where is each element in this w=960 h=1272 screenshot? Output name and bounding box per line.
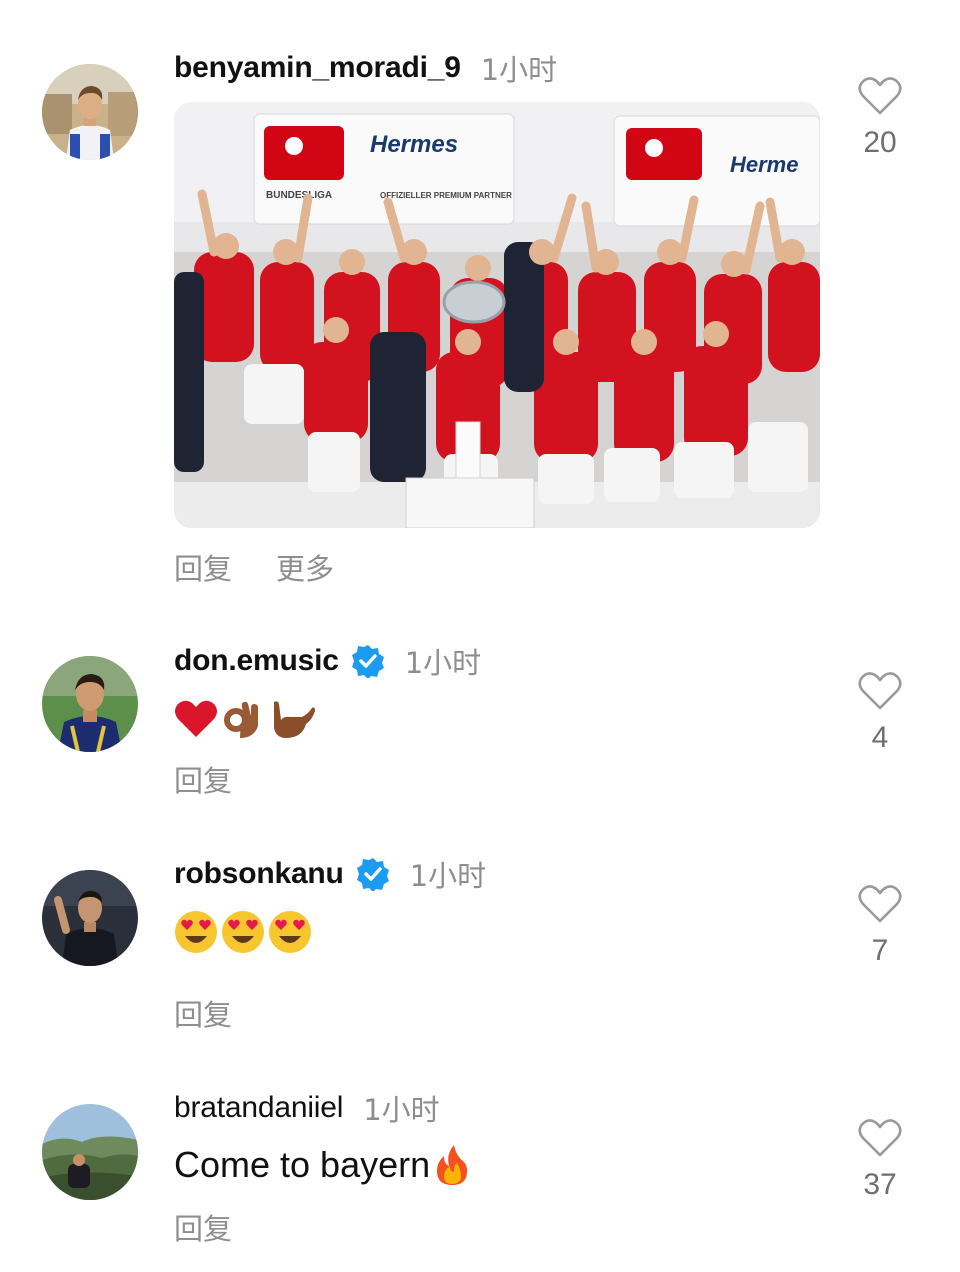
- media-partner-text: OFFIZIELLER PREMIUM PARTNER: [380, 191, 512, 200]
- reply-button[interactable]: 回复: [174, 1206, 232, 1248]
- username[interactable]: don.emusic: [174, 644, 339, 678]
- like-count: 4: [871, 721, 889, 754]
- username[interactable]: benyamin_moradi_9: [174, 51, 461, 85]
- timestamp: 1小时: [409, 859, 487, 893]
- comment-media-image[interactable]: Hermes Herme BUNDESLIGA OFFIZIELLER PREM…: [174, 102, 820, 528]
- reply-button[interactable]: 回复: [174, 758, 232, 800]
- comment-header: benyamin_moradi_9 1小时: [174, 48, 557, 88]
- verified-badge-icon: [356, 857, 390, 891]
- like-group: 7: [838, 884, 922, 968]
- like-count: 37: [863, 1168, 897, 1201]
- heart-icon[interactable]: [858, 76, 902, 116]
- media-bundesliga-text: BUNDESLIGA: [266, 190, 332, 201]
- ok-hand-icon: [224, 701, 258, 738]
- fire-icon: [437, 1145, 468, 1185]
- comment-header: robsonkanu 1小时: [174, 854, 486, 894]
- like-group: 20: [838, 76, 922, 160]
- avatar[interactable]: [42, 64, 138, 160]
- heart-icon[interactable]: [858, 884, 902, 924]
- heart-icon[interactable]: [858, 1118, 902, 1158]
- timestamp: 1小时: [363, 1093, 440, 1127]
- comment-text: Come to bayern: [174, 1144, 470, 1186]
- comment-actions: 回复: [174, 992, 232, 1034]
- heart-icon[interactable]: [858, 671, 902, 711]
- media-hermes-text: Hermes: [370, 131, 458, 158]
- timestamp: 1小时: [480, 53, 558, 87]
- timestamp: 1小时: [404, 646, 482, 680]
- love-you-gesture-icon: [274, 701, 315, 738]
- verified-badge-icon: [351, 644, 385, 678]
- comment-actions: 回复 更多: [174, 546, 334, 588]
- avatar[interactable]: [42, 1104, 138, 1200]
- like-group: 4: [838, 671, 922, 755]
- comment-actions: 回复: [174, 1206, 232, 1248]
- like-count: 7: [871, 934, 889, 967]
- comment-emoji-text: [174, 910, 312, 954]
- comment-emoji-text: [174, 698, 316, 740]
- avatar[interactable]: [42, 656, 138, 752]
- comment-actions: 回复: [174, 758, 232, 800]
- heart-eyes-face-icon: [269, 911, 311, 953]
- svg-text:Herme: Herme: [730, 152, 798, 177]
- more-button[interactable]: 更多: [276, 546, 334, 588]
- heart-eyes-face-icon: [175, 911, 217, 953]
- reply-button[interactable]: 回复: [174, 992, 232, 1034]
- comment-body: Come to bayern: [174, 1144, 431, 1185]
- comment-header: don.emusic 1小时: [174, 641, 481, 681]
- username[interactable]: bratandaniiel: [174, 1091, 343, 1125]
- like-count: 20: [863, 126, 897, 159]
- reply-button[interactable]: 回复: [174, 546, 232, 588]
- avatar[interactable]: [42, 870, 138, 966]
- heart-eyes-face-icon: [222, 911, 264, 953]
- red-heart-icon: [175, 700, 217, 737]
- like-group: 37: [838, 1118, 922, 1202]
- username[interactable]: robsonkanu: [174, 857, 344, 891]
- comment-header: bratandaniiel 1小时: [174, 1088, 440, 1128]
